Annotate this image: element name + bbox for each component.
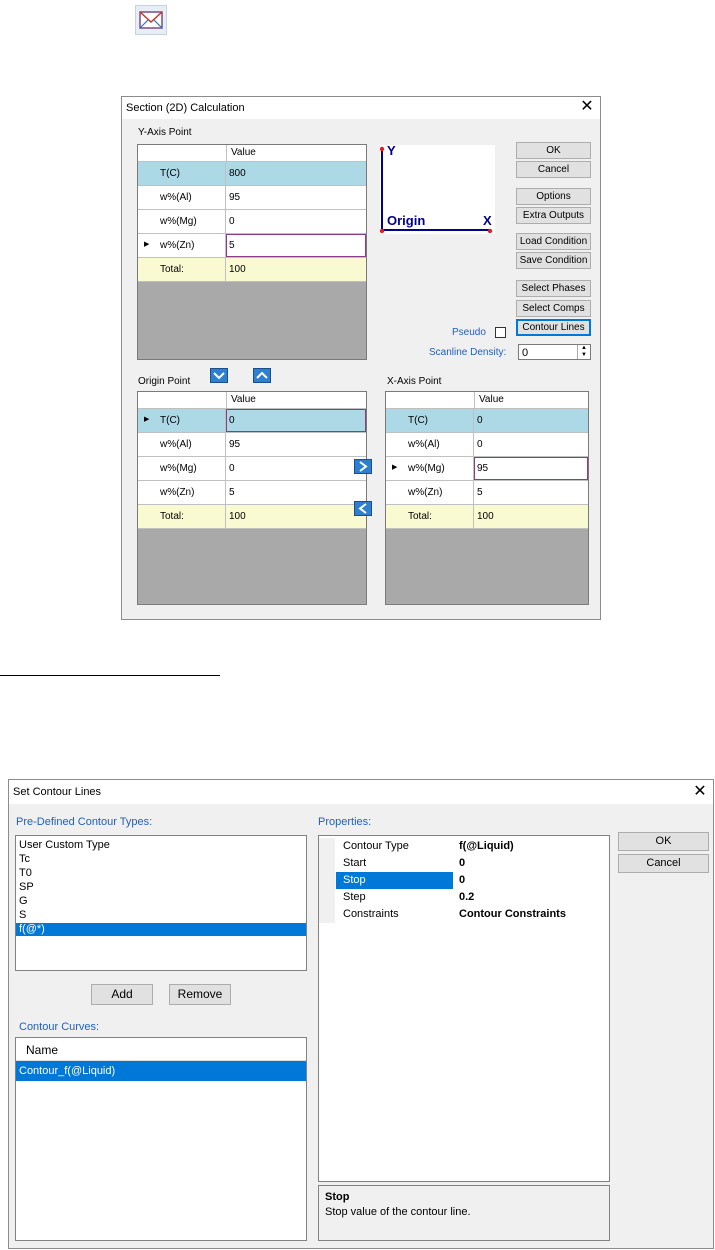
property-row[interactable]: Contour Type f(@Liquid) [319, 838, 609, 855]
scanline-density-label: Scanline Density: [429, 347, 507, 358]
property-row[interactable]: Step 0.2 [319, 889, 609, 906]
options-button[interactable]: Options [516, 188, 591, 205]
set-contour-lines-dialog: Set Contour Lines ✕ Pre-Defined Contour … [8, 779, 714, 1249]
contour-lines-button[interactable]: Contour Lines [516, 319, 591, 336]
title-bar: Section (2D) Calculation ✕ [122, 97, 600, 119]
origin-point-grid[interactable]: Value ▶ T(C) 0 w%(Al) 95 w%(Mg) 0 w%(Zn) 5 To… [137, 391, 367, 605]
ok-button[interactable]: OK [516, 142, 591, 159]
list-item[interactable]: Tc [19, 853, 30, 866]
properties-label: Properties: [318, 816, 372, 828]
contour-curves-list[interactable]: Name Contour_f(@Liquid) [15, 1037, 307, 1241]
dialog-title: Section (2D) Calculation [126, 102, 245, 114]
predefined-types-list[interactable]: User Custom Type Tc T0 SP G S f(@*) [15, 835, 307, 971]
property-row[interactable]: Constraints Contour Constraints [319, 906, 609, 923]
close-icon[interactable]: ✕ [580, 98, 594, 116]
table-row: Total: 100 [386, 505, 588, 529]
table-row[interactable]: T(C) 0 [386, 409, 588, 433]
row-pointer-icon: ▶ [144, 416, 150, 423]
curves-header: Name [16, 1038, 306, 1061]
table-row[interactable]: ▶ T(C) 0 [138, 409, 366, 433]
property-row[interactable]: Stop 0 [319, 872, 609, 889]
list-item[interactable]: T0 [19, 867, 32, 880]
table-row[interactable]: w%(Zn) 5 [386, 481, 588, 505]
chevron-right-icon[interactable] [354, 459, 372, 474]
table-row: Total: 100 [138, 258, 366, 282]
y-axis-marker: Y [387, 143, 396, 158]
x-axis-marker: X [483, 213, 492, 228]
table-row[interactable]: w%(Al) 95 [138, 186, 366, 210]
chevron-down-icon[interactable] [210, 368, 228, 383]
help-title: Stop [325, 1191, 350, 1203]
envelope-chart-icon[interactable] [135, 5, 167, 35]
list-item[interactable]: G [19, 895, 28, 908]
table-row[interactable]: ▶ w%(Mg) 95 [386, 457, 588, 481]
select-comps-button[interactable]: Select Comps [516, 300, 591, 317]
pseudo-checkbox[interactable] [495, 327, 506, 338]
dialog-title: Set Contour Lines [13, 786, 102, 798]
origin-point-label: Origin Point [138, 376, 191, 387]
table-row[interactable]: ▶ w%(Zn) 5 [138, 234, 366, 258]
list-item[interactable]: User Custom Type [19, 839, 110, 852]
table-row[interactable]: w%(Mg) 0 [138, 210, 366, 234]
cancel-button[interactable]: Cancel [618, 854, 709, 873]
y-axis-label: Y-Axis Point [138, 127, 192, 138]
contour-curves-label: Contour Curves: [19, 1021, 100, 1033]
close-icon[interactable]: ✕ [693, 783, 707, 801]
ok-button[interactable]: OK [618, 832, 709, 851]
table-row[interactable]: w%(Zn) 5 [138, 481, 366, 505]
property-help-box: Stop Stop value of the contour line. [318, 1185, 610, 1241]
load-condition-button[interactable]: Load Condition [516, 233, 591, 250]
origin-marker: Origin [387, 213, 426, 228]
divider [0, 675, 220, 676]
section-2d-dialog: Section (2D) Calculation ✕ Y-Axis Point … [121, 96, 601, 620]
scanline-density-spinner[interactable]: 0 ▲ ▼ [518, 344, 591, 360]
table-row[interactable]: w%(Mg) 0 [138, 457, 366, 481]
select-phases-button[interactable]: Select Phases [516, 280, 591, 297]
extra-outputs-button[interactable]: Extra Outputs [516, 207, 591, 224]
table-row[interactable]: w%(Al) 95 [138, 433, 366, 457]
x-axis-label: X-Axis Point [387, 376, 442, 387]
property-row[interactable]: Start 0 [319, 855, 609, 872]
pseudo-label: Pseudo [452, 327, 486, 338]
axis-preview: Y Origin X [379, 143, 495, 234]
list-item[interactable]: S [19, 909, 26, 922]
remove-button[interactable]: Remove [169, 984, 231, 1005]
spinner-arrows-icon: ▲ ▼ [577, 345, 590, 359]
list-item[interactable]: f(@*) [16, 923, 306, 936]
table-row[interactable]: w%(Al) 0 [386, 433, 588, 457]
add-button[interactable]: Add [91, 984, 153, 1005]
table-row[interactable]: T(C) 800 [138, 162, 366, 186]
properties-grid[interactable]: Contour Type f(@Liquid) Start 0 Stop 0 Step… [318, 835, 610, 1182]
table-row: Total: 100 [138, 505, 366, 529]
save-condition-button[interactable]: Save Condition [516, 252, 591, 269]
title-bar: Set Contour Lines ✕ [9, 780, 713, 804]
x-axis-grid[interactable]: Value T(C) 0 w%(Al) 0 ▶ w%(Mg) 95 w%(Zn) 5 To… [385, 391, 589, 605]
row-pointer-icon: ▶ [144, 241, 150, 248]
cancel-button[interactable]: Cancel [516, 161, 591, 178]
chevron-up-icon[interactable] [253, 368, 271, 383]
help-text: Stop value of the contour line. [325, 1206, 471, 1218]
row-pointer-icon: ▶ [392, 464, 398, 471]
y-axis-grid[interactable]: Value T(C) 800 w%(Al) 95 w%(Mg) 0 ▶ w%(Zn) 5 … [137, 144, 367, 360]
list-item[interactable]: Contour_f(@Liquid) [16, 1061, 306, 1081]
list-item[interactable]: SP [19, 881, 34, 894]
predefined-types-label: Pre-Defined Contour Types: [16, 816, 153, 828]
value-header: Value [231, 147, 256, 158]
chevron-left-icon[interactable] [354, 501, 372, 516]
